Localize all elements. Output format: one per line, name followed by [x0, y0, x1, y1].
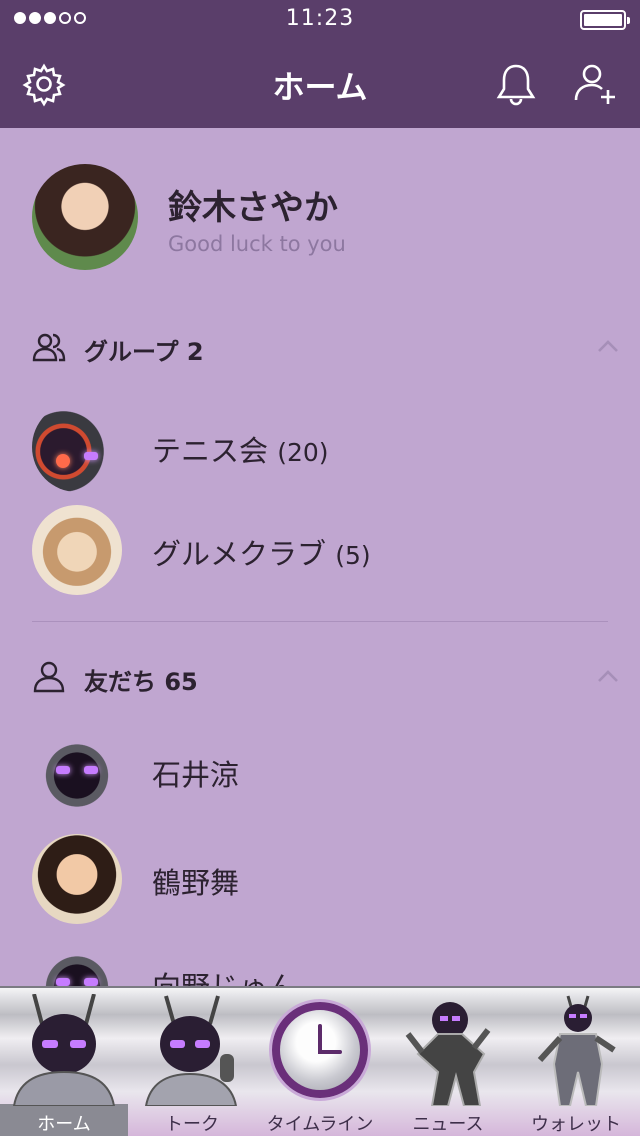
list-item[interactable]: 鶴野舞	[0, 826, 640, 930]
battery-icon	[580, 10, 630, 30]
group-name-text: テニス会	[152, 434, 269, 468]
tab-home[interactable]: ホーム	[0, 988, 128, 1136]
tab-label: ホーム	[37, 1114, 91, 1135]
status-time: 11:23	[285, 6, 355, 31]
tab-talk[interactable]: トーク	[128, 988, 256, 1136]
profile-status-message: Good luck to you	[168, 232, 346, 256]
profile-name: 鈴木さやか	[168, 188, 338, 228]
group-avatar	[32, 505, 122, 595]
member-count: (5)	[335, 541, 371, 570]
robot-icon	[516, 994, 636, 1107]
group-name: テニス会 (20)	[152, 428, 329, 470]
page-title: ホーム	[272, 68, 368, 106]
top-bar: 11:23 ホーム	[0, 0, 640, 128]
robot-icon	[132, 994, 252, 1107]
tab-news[interactable]: ニュース	[384, 988, 512, 1136]
groups-header-label: グループ 2	[84, 338, 204, 366]
avatar[interactable]	[32, 164, 138, 270]
robot-icon	[388, 994, 508, 1107]
group-avatar	[32, 402, 122, 492]
group-name-text: グルメクラブ	[152, 537, 327, 571]
friend-name: 鶴野舞	[152, 866, 240, 900]
nav-bar: ホーム	[0, 40, 640, 128]
bell-icon[interactable]	[492, 60, 540, 108]
tab-label: タイムライン	[266, 1114, 374, 1135]
friends-section-header[interactable]: 友だち 65	[0, 648, 640, 704]
friend-name: 石井涼	[152, 758, 240, 792]
tab-wallet[interactable]: ウォレット	[512, 988, 640, 1136]
status-bar: 11:23	[0, 0, 640, 40]
tab-timeline[interactable]: タイムライン	[256, 988, 384, 1136]
chevron-up-icon[interactable]	[596, 666, 620, 686]
clock-icon	[272, 1002, 368, 1098]
tab-label: ウォレット	[531, 1114, 621, 1135]
chevron-up-icon[interactable]	[596, 336, 620, 356]
list-item[interactable]: 石井涼	[0, 718, 640, 822]
tab-label: トーク	[165, 1114, 219, 1135]
list-item[interactable]: グルメクラブ (5)	[0, 497, 640, 601]
divider	[32, 621, 608, 622]
groups-section-header[interactable]: グループ 2	[0, 318, 640, 374]
tab-bar: ホーム トーク タイムライン ニュース ウォレット	[0, 986, 640, 1136]
group-name: グルメクラブ (5)	[152, 531, 371, 573]
friends-header-label: 友だち 65	[84, 668, 198, 696]
friend-avatar	[32, 834, 122, 924]
tab-label: ニュース	[412, 1114, 484, 1135]
add-friend-icon[interactable]	[572, 60, 620, 108]
friend-avatar	[32, 726, 122, 816]
group-icon	[32, 330, 66, 364]
list-item[interactable]: テニス会 (20)	[0, 394, 640, 498]
robot-icon	[4, 993, 124, 1107]
member-count: (20)	[277, 438, 329, 467]
person-icon	[32, 660, 66, 694]
my-profile[interactable]: 鈴木さやか Good luck to you	[0, 128, 640, 298]
